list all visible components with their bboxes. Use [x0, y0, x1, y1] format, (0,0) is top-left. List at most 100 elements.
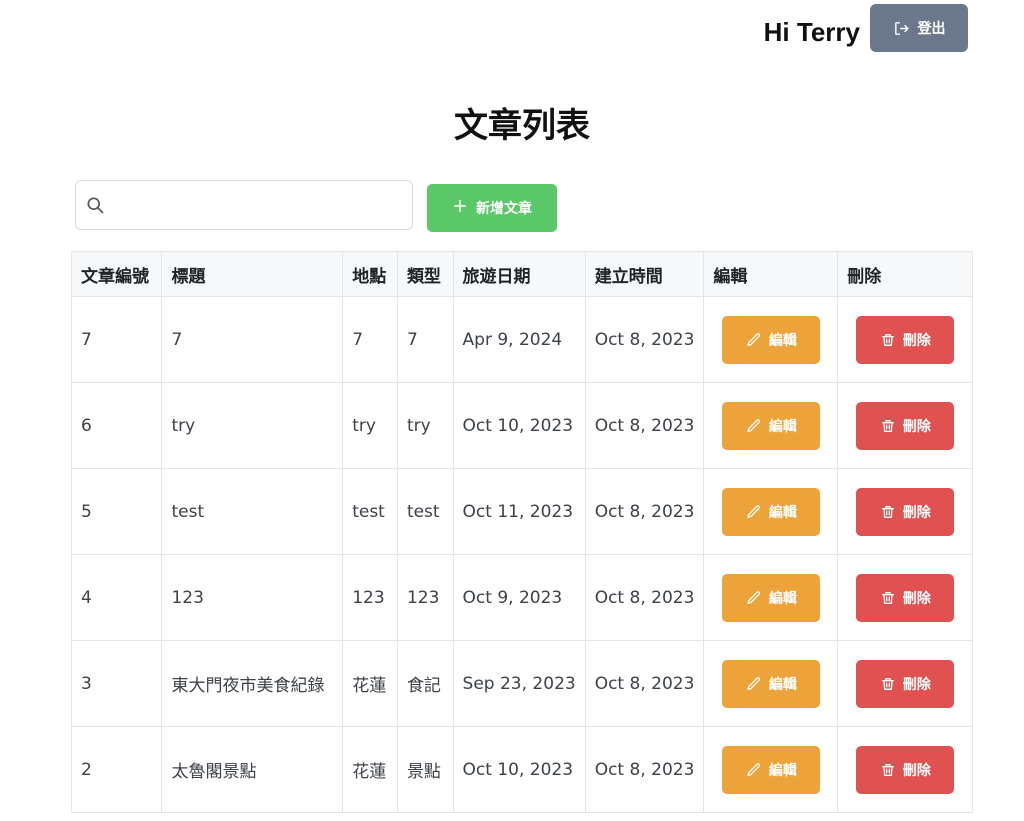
- delete-button[interactable]: 刪除: [856, 573, 955, 622]
- edit-label: 編輯: [768, 590, 797, 607]
- search-box[interactable]: [75, 180, 413, 230]
- edit-button[interactable]: 編輯: [722, 573, 821, 622]
- edit-button[interactable]: 編輯: [722, 745, 821, 794]
- delete-label: 刪除: [902, 504, 931, 521]
- delete-button[interactable]: 刪除: [856, 659, 955, 708]
- table-row: 3 東大門夜市美食紀錄 花蓮 食記 Sep 23, 2023 Oct 8, 20…: [70, 640, 973, 727]
- cell-title: 東大門夜市美食紀錄: [161, 640, 344, 727]
- cell-created: Oct 8, 2023: [584, 296, 705, 383]
- trash-icon: [880, 762, 896, 778]
- pencil-icon: [746, 762, 762, 778]
- cell-id: 3: [70, 640, 163, 727]
- plus-icon: [452, 198, 468, 218]
- cell-edit: 編輯: [703, 296, 839, 383]
- cell-trip-date: Oct 11, 2023: [452, 468, 586, 555]
- page-title: 文章列表: [454, 106, 590, 146]
- column-header-id: 文章編號: [70, 251, 163, 297]
- delete-label: 刪除: [902, 332, 931, 349]
- cell-type: 123: [396, 554, 454, 641]
- cell-edit: 編輯: [703, 468, 839, 555]
- cell-created: Oct 8, 2023: [584, 468, 705, 555]
- delete-button[interactable]: 刪除: [856, 401, 955, 450]
- delete-button[interactable]: 刪除: [856, 745, 955, 794]
- add-post-button[interactable]: 新增文章: [427, 184, 557, 232]
- trash-icon: [880, 504, 896, 520]
- cell-location: test: [342, 468, 398, 555]
- cell-location: 123: [342, 554, 398, 641]
- delete-label: 刪除: [902, 590, 931, 607]
- cell-delete: 刪除: [837, 468, 973, 555]
- posts-table: 文章編號 標題 地點 類型 旅遊日期 建立時間 編輯 刪除 7 7 7 7 Ap…: [70, 251, 973, 813]
- cell-type: 7: [396, 296, 454, 383]
- column-header-created: 建立時間: [584, 251, 705, 297]
- cell-type: try: [396, 382, 454, 469]
- pencil-icon: [746, 676, 762, 692]
- edit-button[interactable]: 編輯: [722, 315, 821, 364]
- cell-type: test: [396, 468, 454, 555]
- trash-icon: [880, 676, 896, 692]
- table-header-row: 文章編號 標題 地點 類型 旅遊日期 建立時間 編輯 刪除: [70, 251, 973, 297]
- cell-delete: 刪除: [837, 296, 973, 383]
- cell-trip-date: Sep 23, 2023: [452, 640, 586, 727]
- edit-label: 編輯: [768, 676, 797, 693]
- pencil-icon: [746, 504, 762, 520]
- edit-button[interactable]: 編輯: [722, 659, 821, 708]
- cell-trip-date: Apr 9, 2024: [452, 296, 586, 383]
- delete-button[interactable]: 刪除: [856, 315, 955, 364]
- cell-location: 花蓮: [342, 726, 398, 813]
- table-row: 4 123 123 123 Oct 9, 2023 Oct 8, 2023 編輯…: [70, 554, 973, 641]
- cell-created: Oct 8, 2023: [584, 726, 705, 813]
- edit-button[interactable]: 編輯: [722, 401, 821, 450]
- cell-title: test: [161, 468, 344, 555]
- cell-edit: 編輯: [703, 640, 839, 727]
- search-icon: [84, 194, 106, 216]
- cell-id: 6: [70, 382, 163, 469]
- cell-delete: 刪除: [837, 726, 973, 813]
- column-header-type: 類型: [396, 251, 454, 297]
- cell-type: 食記: [396, 640, 454, 727]
- column-header-edit: 編輯: [703, 251, 839, 297]
- cell-trip-date: Oct 9, 2023: [452, 554, 586, 641]
- edit-label: 編輯: [768, 762, 797, 779]
- logout-button[interactable]: 登出: [870, 4, 968, 52]
- delete-label: 刪除: [902, 676, 931, 693]
- cell-trip-date: Oct 10, 2023: [452, 726, 586, 813]
- cell-type: 景點: [396, 726, 454, 813]
- table-row: 2 太魯閣景點 花蓮 景點 Oct 10, 2023 Oct 8, 2023 編…: [70, 726, 973, 813]
- pencil-icon: [746, 590, 762, 606]
- trash-icon: [880, 332, 896, 348]
- edit-label: 編輯: [768, 504, 797, 521]
- cell-edit: 編輯: [703, 726, 839, 813]
- table-row: 5 test test test Oct 11, 2023 Oct 8, 202…: [70, 468, 973, 555]
- cell-edit: 編輯: [703, 382, 839, 469]
- cell-location: try: [342, 382, 398, 469]
- cell-trip-date: Oct 10, 2023: [452, 382, 586, 469]
- delete-label: 刪除: [902, 762, 931, 779]
- trash-icon: [880, 418, 896, 434]
- column-header-location: 地點: [342, 251, 398, 297]
- cell-title: 太魯閣景點: [161, 726, 344, 813]
- edit-button[interactable]: 編輯: [722, 487, 821, 536]
- delete-button[interactable]: 刪除: [856, 487, 955, 536]
- edit-label: 編輯: [768, 332, 797, 349]
- column-header-title: 標題: [161, 251, 344, 297]
- trash-icon: [880, 590, 896, 606]
- pencil-icon: [746, 332, 762, 348]
- logout-label: 登出: [917, 21, 946, 37]
- top-header: Hi Terry 登出: [764, 4, 968, 52]
- column-header-trip-date: 旅遊日期: [452, 251, 586, 297]
- cell-id: 4: [70, 554, 163, 641]
- cell-created: Oct 8, 2023: [584, 640, 705, 727]
- table-row: 7 7 7 7 Apr 9, 2024 Oct 8, 2023 編輯 刪除: [70, 296, 973, 383]
- cell-title: 7: [161, 296, 344, 383]
- cell-id: 5: [70, 468, 163, 555]
- cell-delete: 刪除: [837, 640, 973, 727]
- add-post-label: 新增文章: [476, 201, 532, 217]
- search-input[interactable]: [112, 184, 404, 226]
- table-row: 6 try try try Oct 10, 2023 Oct 8, 2023 編…: [70, 382, 973, 469]
- cell-location: 7: [342, 296, 398, 383]
- cell-edit: 編輯: [703, 554, 839, 641]
- cell-created: Oct 8, 2023: [584, 382, 705, 469]
- cell-delete: 刪除: [837, 554, 973, 641]
- cell-delete: 刪除: [837, 382, 973, 469]
